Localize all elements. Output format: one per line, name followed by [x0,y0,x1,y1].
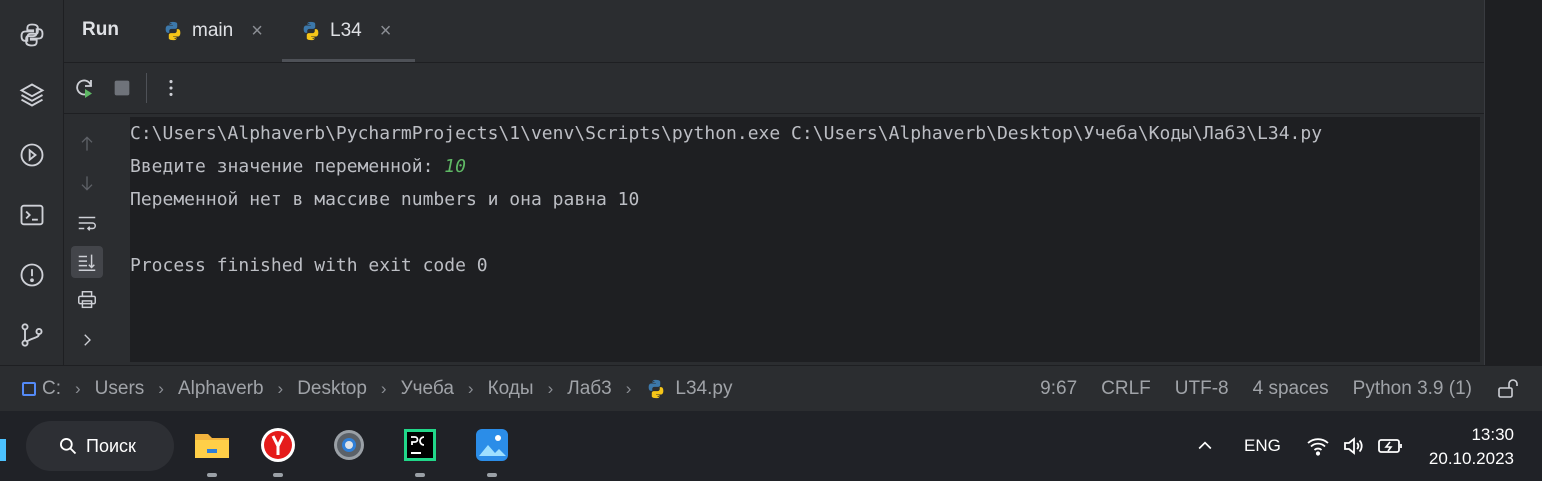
tab-main-label: main [192,20,234,41]
right-tool-strip [1484,0,1542,365]
yandex-browser-icon[interactable] [256,423,300,477]
taskbar-search[interactable]: Поиск [26,421,174,471]
python-file-icon [165,21,181,41]
running-indicator [487,473,497,477]
toolbar-divider [146,73,147,103]
pycharm-icon[interactable] [398,423,442,477]
unlock-icon[interactable] [1496,377,1520,401]
breadcrumb-chevron-icon: › [380,379,387,398]
soft-wrap-icon[interactable] [71,207,103,239]
scroll-up-icon[interactable] [71,128,103,160]
console-user-input: 10 [444,156,466,177]
terminal-icon[interactable] [15,198,49,232]
services-icon[interactable] [15,138,49,172]
breadcrumb-item[interactable]: Alphaverb [178,378,264,400]
input-language[interactable]: ENG [1244,411,1281,481]
breadcrumb-file[interactable]: L34.py [645,378,732,400]
console-lines: C:\Users\Alphaverb\PycharmProjects\1\ven… [130,117,1322,282]
console-line: Переменной нет в массиве numbers и она р… [130,189,640,210]
run-console-output[interactable]: C:\Users\Alphaverb\PycharmProjects\1\ven… [130,117,1480,362]
file-encoding[interactable]: UTF-8 [1175,378,1229,400]
system-clock[interactable]: 13:30 20.10.2023 [1429,423,1514,471]
pycharm-window: Run main × L34 × C:\Users\Alphaverb\Pych… [0,0,1542,412]
problems-icon[interactable] [15,258,49,292]
run-tab-bar: Run main × L34 × [64,0,1484,63]
indent-setting[interactable]: 4 spaces [1253,378,1329,400]
running-indicator [207,473,217,477]
start-button-icon[interactable] [0,439,6,461]
breadcrumb-chevron-icon: › [277,379,284,398]
file-explorer-icon[interactable] [190,423,234,477]
breadcrumb-chevron-icon: › [158,379,164,398]
wifi-icon[interactable] [1306,411,1330,481]
scroll-down-icon[interactable] [71,167,103,199]
clock-time: 13:30 [1471,425,1514,444]
breadcrumb-chevron-icon: › [75,379,81,398]
tab-main-close-icon[interactable]: × [251,20,263,43]
breadcrumb-file-label: L34.py [675,378,733,399]
run-tool-window: Run main × L34 × C:\Users\Alphaverb\Pych… [64,0,1484,365]
python-interpreter[interactable]: Python 3.9 (1) [1353,378,1472,400]
layers-icon[interactable] [15,78,49,112]
line-separator[interactable]: CRLF [1101,378,1151,400]
breadcrumb-chevron-icon: › [467,379,474,398]
clock-date: 20.10.2023 [1428,449,1514,468]
breadcrumb-item[interactable]: Коды [488,378,534,400]
console-line: Введите значение переменной: 10 [130,150,1322,183]
git-icon[interactable] [15,318,49,352]
breadcrumb-item[interactable]: Users [95,378,145,400]
photos-icon[interactable] [470,423,514,477]
tab-l34[interactable]: L34 × [281,0,416,62]
search-icon [59,438,77,455]
rerun-icon[interactable] [71,75,97,101]
settings-gear-icon[interactable] [327,423,371,467]
run-panel-title: Run [82,19,119,40]
tab-l34-label: L34 [330,20,362,41]
breadcrumb-item[interactable]: Desktop [297,378,367,400]
console-side-toolbar [64,114,110,365]
more-options-icon[interactable] [158,75,184,101]
console-line: Process finished with exit code 0 [130,255,488,276]
drive-icon [22,382,36,396]
running-indicator [273,473,283,477]
search-label: Поиск [86,435,136,456]
console-prompt-text: Введите значение переменной: [130,156,445,177]
battery-charging-icon[interactable] [1377,411,1405,481]
caret-position[interactable]: 9:67 [1040,378,1077,400]
status-bar: C: › Users › Alphaverb › Desktop › Учеба… [0,365,1542,412]
python-file-icon [649,379,664,399]
status-widgets: 9:67 CRLF UTF-8 4 spaces Python 3.9 (1) [1040,366,1542,412]
tab-main[interactable]: main × [162,0,263,62]
running-indicator [415,473,425,477]
print-icon[interactable] [71,284,103,316]
breadcrumb-item[interactable]: Учеба [401,378,454,400]
console-line: C:\Users\Alphaverb\PycharmProjects\1\ven… [130,123,1323,144]
expand-chevron-icon[interactable] [71,324,103,356]
activity-bar [0,0,64,365]
run-toolbar [64,63,1484,114]
breadcrumb-item[interactable]: Лаб3 [567,378,612,400]
tab-l34-close-icon[interactable]: × [380,20,392,43]
scroll-to-end-icon[interactable] [71,246,103,278]
show-hidden-icons-chevron-icon[interactable] [1195,411,1215,481]
stop-icon[interactable] [109,75,135,101]
breadcrumb-item[interactable]: C: [42,378,61,400]
python-file-icon [303,21,319,41]
breadcrumb-chevron-icon: › [625,379,632,398]
windows-taskbar: Поиск ENG 13:30 20.10.2023 [0,411,1542,481]
breadcrumb-chevron-icon: › [547,379,554,398]
breadcrumb: C: › Users › Alphaverb › Desktop › Учеба… [22,366,732,412]
volume-icon[interactable] [1341,411,1365,481]
python-packages-icon[interactable] [15,18,49,52]
